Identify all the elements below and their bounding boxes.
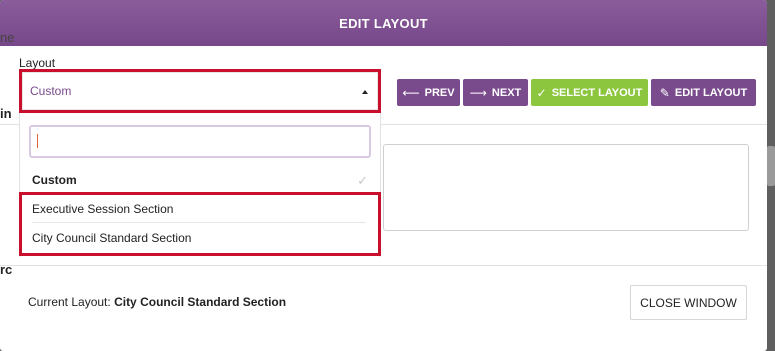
current-layout: Current Layout: City Council Standard Se… xyxy=(28,295,286,309)
backdrop-text-fragment: in xyxy=(0,106,12,121)
pencil-icon: ✎ xyxy=(659,85,670,100)
dropdown-option-city-council[interactable]: City Council Standard Section xyxy=(32,231,370,245)
check-icon: ✓ xyxy=(357,173,368,188)
layout-select-value: Custom xyxy=(30,84,72,98)
edit-layout-label: EDIT LAYOUT xyxy=(674,86,748,99)
select-layout-label: SELECT LAYOUT xyxy=(551,86,643,99)
prev-label: PREV xyxy=(424,86,455,99)
dropdown-option-custom[interactable]: Custom ✓ xyxy=(32,173,370,188)
text-cursor xyxy=(37,134,38,148)
dropdown-option-executive-session[interactable]: Executive Session Section xyxy=(32,202,370,216)
prev-button[interactable]: ⟵ PREV xyxy=(397,79,460,106)
close-window-button[interactable]: CLOSE WINDOW xyxy=(630,285,747,320)
layout-select[interactable]: Custom xyxy=(19,69,381,113)
arrow-left-icon: ⟵ xyxy=(402,85,420,100)
footer-divider xyxy=(0,265,767,266)
select-layout-button[interactable]: ✓ SELECT LAYOUT xyxy=(531,79,648,106)
current-layout-value: City Council Standard Section xyxy=(114,295,287,309)
layout-preview xyxy=(383,144,749,231)
edit-layout-button[interactable]: ✎ EDIT LAYOUT xyxy=(651,79,756,106)
layout-dropdown: Custom ✓ Executive Session Section City … xyxy=(19,113,381,257)
modal-header: EDIT LAYOUT xyxy=(0,0,767,46)
option-label: Custom xyxy=(32,173,77,187)
option-label: Executive Session Section xyxy=(32,202,174,216)
backdrop-text-fragment: ne xyxy=(0,30,15,45)
check-icon: ✓ xyxy=(536,85,547,100)
edit-layout-modal: EDIT LAYOUT ne in rc Layout Custom ⟵ PRE… xyxy=(0,0,767,351)
current-layout-label: Current Layout: xyxy=(28,295,111,309)
next-label: NEXT xyxy=(491,86,522,99)
option-label: City Council Standard Section xyxy=(32,231,192,245)
option-divider xyxy=(32,222,366,223)
layout-label: Layout xyxy=(19,56,56,70)
caret-up-icon xyxy=(362,90,368,94)
backdrop-scrollbar xyxy=(767,146,775,186)
dropdown-search-input[interactable] xyxy=(29,125,371,158)
arrow-right-icon: ⟶ xyxy=(469,85,487,100)
next-button[interactable]: ⟶ NEXT xyxy=(463,79,528,106)
modal-title: EDIT LAYOUT xyxy=(339,15,428,31)
